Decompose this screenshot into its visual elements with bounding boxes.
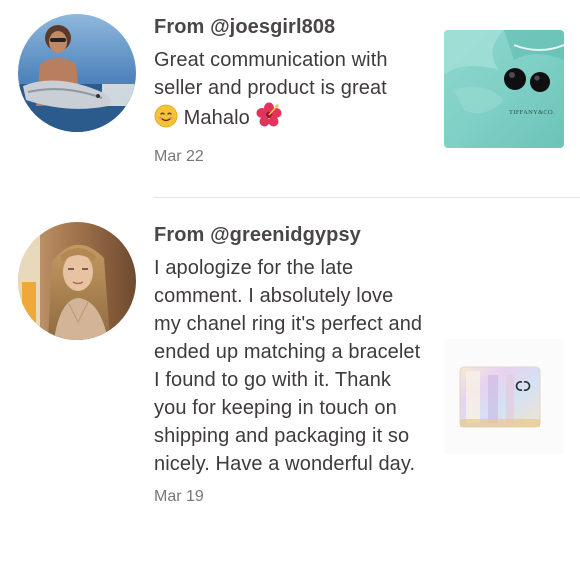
review-text-line: Great communication with seller and prod… [154, 49, 388, 99]
review-author: From @greenidgypsy [154, 220, 424, 250]
avatar[interactable] [18, 14, 136, 132]
avatar[interactable] [18, 222, 136, 340]
review-item: From @greenidgypsy I apologize for the l… [0, 198, 580, 580]
review-content: From @joesgirl808 Great communication wi… [154, 12, 424, 168]
author-handle-link[interactable]: @joesgirl808 [210, 16, 335, 38]
product-brand-label: TIFFANY&CO. [509, 109, 555, 116]
product-thumbnail[interactable] [444, 338, 564, 454]
review-text: Great communication with seller and prod… [154, 46, 424, 136]
review-item: From @joesgirl808 Great communication wi… [0, 0, 580, 198]
review-text-mahalo: Mahalo [183, 107, 250, 129]
review-text: I apologize for the late comment. I abso… [154, 257, 423, 475]
review-author: From @joesgirl808 [154, 12, 424, 42]
product-thumbnail[interactable]: TIFFANY&CO. [444, 30, 564, 148]
review-date: Mar 22 [154, 148, 204, 165]
smiling-face-icon [154, 104, 178, 136]
review-date: Mar 19 [154, 488, 204, 505]
review-content: From @greenidgypsy I apologize for the l… [154, 220, 424, 508]
from-prefix: From [154, 16, 211, 38]
hibiscus-icon [256, 102, 282, 136]
from-prefix: From [154, 224, 211, 246]
author-handle-link[interactable]: @greenidgypsy [210, 224, 361, 246]
